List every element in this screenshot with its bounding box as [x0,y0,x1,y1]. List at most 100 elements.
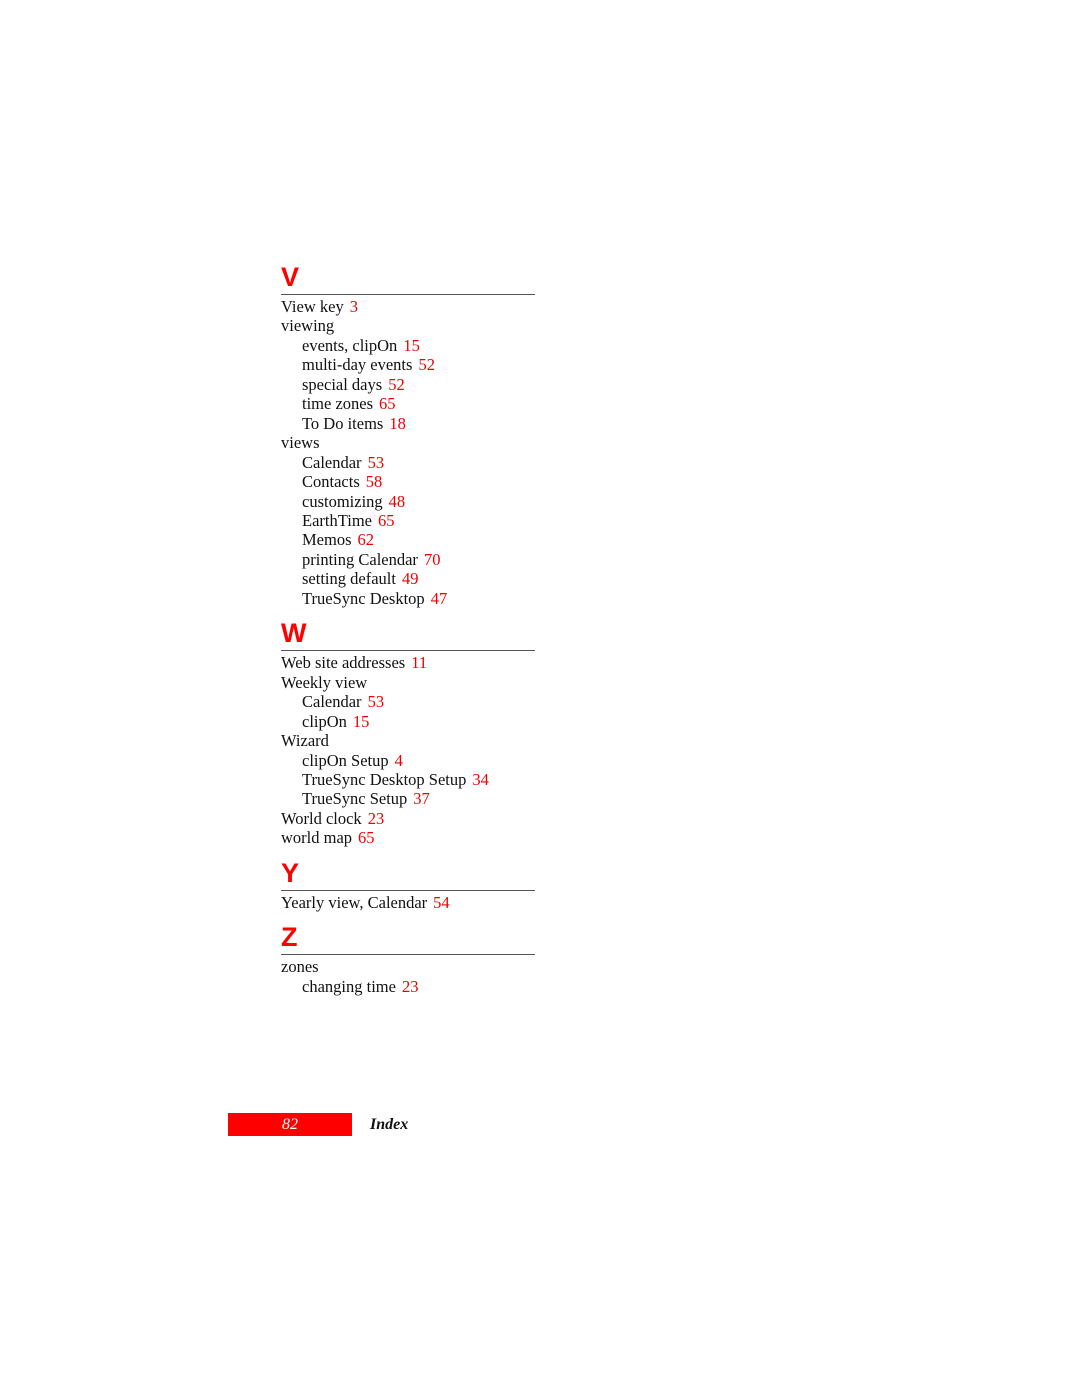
index-subentry: Calendar 53 [281,692,535,711]
page-reference-link[interactable]: 65 [378,511,395,530]
entry-term: Memos [302,530,352,550]
entry-term: View key [281,297,344,316]
page-reference-link[interactable]: 4 [395,751,403,770]
entry-term: Wizard [281,731,329,751]
index-subentry: Memos 62 [281,530,535,549]
section-letter: W [281,618,307,649]
index-subentry: special days 52 [281,375,535,394]
index-subentry: Calendar 53 [281,453,535,472]
index-subentry: Contacts 58 [281,472,535,491]
page-number: 82 [282,1116,298,1133]
entry-term: viewing [281,316,335,336]
page-reference-link[interactable]: 62 [358,530,375,549]
entry-term: customizing [302,491,383,511]
section-divider [281,889,535,891]
page-reference-link[interactable]: 58 [366,472,383,491]
section-divider [281,650,535,652]
entry-term: clipOn [302,711,347,731]
entry-term: views [281,433,320,453]
index-subentry: customizing 48 [281,492,535,511]
index-entry: viewing [281,316,535,335]
page-reference-link[interactable]: 52 [418,355,435,374]
index-subentry: To Do items 18 [281,414,535,433]
index-subentry: TrueSync Desktop Setup 34 [281,770,535,789]
entry-term: Yearly view, Calendar [281,892,428,912]
entry-term: printing Calendar [302,549,418,569]
page-reference-link[interactable]: 54 [433,893,450,912]
entry-term: World clock [281,808,362,828]
page-reference-link[interactable]: 11 [411,653,427,672]
page-reference-link[interactable]: 48 [389,492,406,511]
index-column: V View key 3 viewing events, clipOn 15 multi-d… [281,262,535,996]
entry-term: Weekly view [281,672,368,692]
index-subentry: multi-day events 52 [281,355,535,374]
section-divider [281,954,535,956]
index-subentry: clipOn 15 [281,712,535,731]
page-reference-link[interactable]: 53 [368,453,385,472]
entry-term: setting default [302,569,396,589]
entry-term: Calendar [302,692,362,712]
index-section-y: Y Yearly view, Calendar 54 [281,848,535,912]
page-reference-link[interactable]: 65 [358,828,375,847]
entry-term: TrueSync Setup [302,789,408,809]
index-entry: Weekly view [281,673,535,692]
entry-term: time zones [302,394,374,414]
entry-term: Web site addresses [281,653,406,673]
index-entry: Wizard [281,731,535,750]
index-subentry: EarthTime 65 [281,511,535,530]
entry-term: EarthTime [302,510,372,530]
page-reference-link[interactable]: 37 [413,789,430,808]
index-subentry: time zones 65 [281,394,535,413]
page-reference-link[interactable]: 23 [402,977,419,996]
index-section-v: V View key 3 viewing events, clipOn 15 multi-d… [281,262,535,608]
page-reference-link[interactable]: 34 [472,770,489,789]
entry-term: TrueSync Desktop Setup [302,769,467,789]
entry-term: multi-day events [302,355,413,375]
page-reference-link[interactable]: 23 [368,809,385,828]
page-reference-link[interactable]: 65 [379,394,396,413]
entry-term: events, clipOn [302,335,398,355]
index-entry: World clock 23 [281,809,535,828]
index-entry: View key 3 [281,297,535,316]
section-letter: Y [281,857,300,888]
index-subentry: clipOn Setup 4 [281,751,535,770]
section-title: Index [370,1116,409,1133]
section-divider [281,294,535,295]
index-entry: Yearly view, Calendar 54 [281,893,535,912]
index-subentry: changing time 23 [281,977,535,996]
index-entry: zones [281,957,535,976]
page-reference-link[interactable]: 15 [353,712,370,731]
page-reference-link[interactable]: 52 [388,375,405,394]
section-letter: Z [281,922,298,953]
page-reference-link[interactable]: 53 [368,692,385,711]
index-subentry: printing Calendar 70 [281,550,535,569]
index-section-w: W Web site addresses 11 Weekly view Calendar… [281,608,535,848]
section-letter: V [281,262,300,292]
index-entry: Web site addresses 11 [281,653,535,672]
entry-term: zones [281,957,319,977]
entry-term: changing time [302,976,396,996]
entry-term: Calendar [302,452,362,472]
index-section-z: Zzones changing time 23 [281,912,535,996]
index-subentry: TrueSync Setup 37 [281,789,535,808]
page-reference-link[interactable]: 47 [431,589,448,608]
index-entry: views [281,433,535,452]
entry-term: TrueSync Desktop [302,588,425,608]
page-number-bar: 82 [228,1113,352,1136]
index-subentry: setting default 49 [281,569,535,588]
page-reference-link[interactable]: 15 [403,336,420,355]
page-reference-link[interactable]: 49 [402,569,419,588]
page-reference-link[interactable]: 70 [424,550,441,569]
index-subentry: events, clipOn 15 [281,336,535,355]
index-entry: world map 65 [281,828,535,847]
entry-term: clipOn Setup [302,750,389,770]
index-subentry: TrueSync Desktop 47 [281,589,535,608]
entry-term: world map [281,828,353,848]
page-reference-link[interactable]: 18 [389,414,406,433]
page-reference-link[interactable]: 3 [350,297,358,316]
entry-term: To Do items [302,413,384,433]
entry-term: special days [302,374,383,394]
